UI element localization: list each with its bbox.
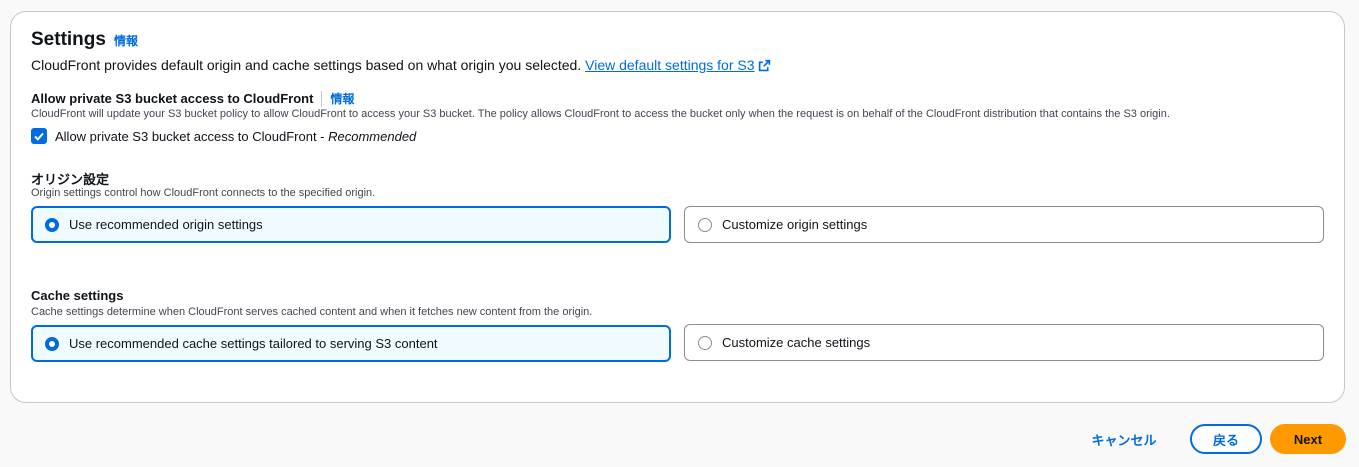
cache-option-recommended-label: Use recommended cache settings tailored … (69, 336, 438, 351)
cache-option-customize-label: Customize cache settings (722, 335, 871, 350)
origin-option-customize[interactable]: Customize origin settings (684, 206, 1324, 243)
origin-option-recommended-label: Use recommended origin settings (69, 217, 263, 232)
settings-panel: Settings 情報 CloudFront provides default … (10, 11, 1345, 403)
private-access-label: Allow private S3 bucket access to CloudF… (31, 91, 314, 106)
settings-info-link[interactable]: 情報 (114, 32, 138, 49)
checkbox-label-emphasis: Recommended (328, 128, 417, 144)
private-access-label-row: Allow private S3 bucket access to CloudF… (31, 90, 354, 107)
radio-unselected-icon[interactable] (698, 217, 712, 232)
private-access-checkbox[interactable]: Allow private S3 bucket access to CloudF… (31, 128, 416, 144)
view-default-settings-link[interactable]: View default settings for S3 (585, 57, 754, 73)
cache-option-recommended[interactable]: Use recommended cache settings tailored … (31, 325, 671, 362)
origin-settings-label: オリジン設定 (31, 172, 110, 187)
private-access-checkbox-label: Allow private S3 bucket access to CloudF… (55, 129, 416, 144)
external-link-icon[interactable] (758, 59, 771, 75)
settings-description: CloudFront provides default origin and c… (31, 57, 771, 75)
radio-selected-icon[interactable] (45, 217, 59, 232)
label-divider (321, 90, 323, 107)
checkbox-checked-icon[interactable] (31, 128, 47, 144)
view-default-settings-label: View default settings for S3 (585, 57, 755, 73)
origin-option-customize-label: Customize origin settings (722, 217, 868, 232)
origin-option-recommended[interactable]: Use recommended origin settings (31, 206, 671, 243)
settings-title: Settings (31, 29, 106, 50)
settings-description-text: CloudFront provides default origin and c… (31, 57, 582, 73)
cache-option-customize[interactable]: Customize cache settings (684, 324, 1324, 361)
next-button[interactable]: Next (1270, 424, 1346, 454)
cancel-button[interactable]: キャンセル (1080, 425, 1168, 453)
origin-settings-description: Origin settings control how CloudFront c… (31, 187, 376, 199)
settings-header: Settings 情報 (31, 29, 138, 51)
radio-unselected-icon[interactable] (698, 335, 712, 350)
private-access-description: CloudFront will update your S3 bucket po… (31, 108, 1170, 120)
back-button[interactable]: 戻る (1190, 424, 1262, 454)
cache-settings-description: Cache settings determine when CloudFront… (31, 306, 593, 318)
private-access-info-link[interactable]: 情報 (330, 90, 354, 107)
radio-selected-icon[interactable] (45, 336, 59, 351)
cache-settings-label: Cache settings (31, 288, 124, 303)
checkbox-label-text: Allow private S3 bucket access to CloudF… (55, 128, 329, 144)
